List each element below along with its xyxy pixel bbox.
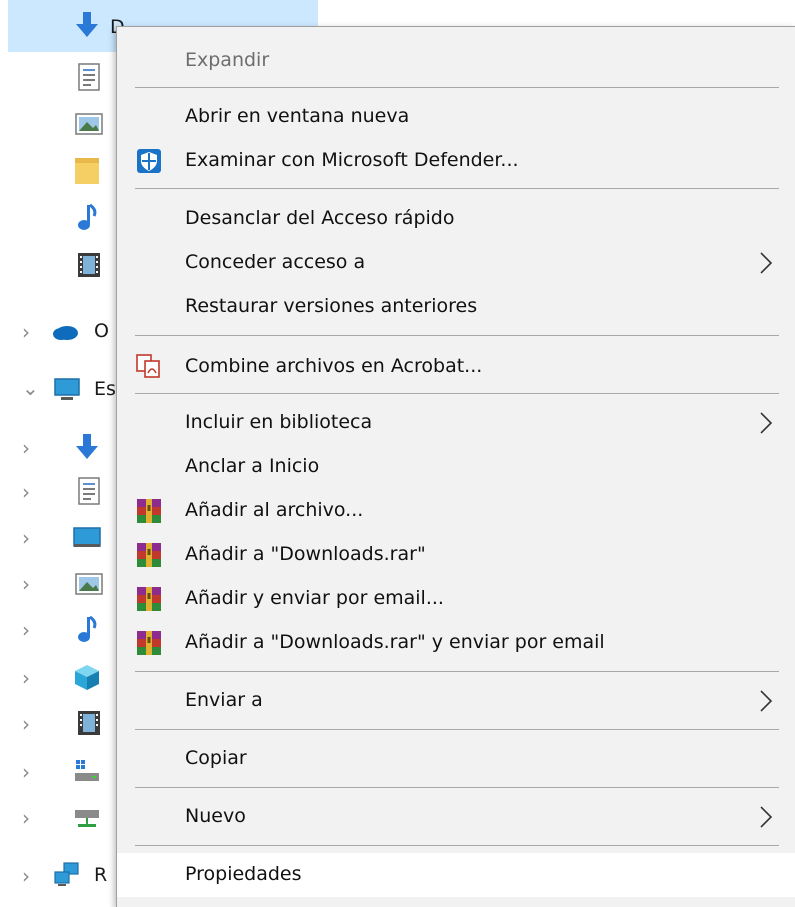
menu-item-anadir-enviar-email[interactable]: Añadir y enviar por email... (117, 577, 795, 621)
chevron-right-icon[interactable]: › (22, 712, 30, 736)
film-strip-icon (78, 711, 100, 735)
nav-item-label: R (94, 864, 108, 886)
menu-item-label: Combine archivos en Acrobat... (185, 355, 483, 377)
menu-item-propiedades[interactable]: Propiedades (117, 853, 795, 897)
menu-item-nuevo[interactable]: Nuevo (117, 795, 795, 839)
folder-icon (75, 158, 99, 184)
menu-item-conceder-acceso[interactable]: Conceder acceso a (117, 241, 795, 285)
context-menu: Expandir Abrir en ventana nueva Examinar… (116, 26, 795, 907)
winrar-icon (137, 499, 161, 523)
menu-item-label: Conceder acceso a (185, 251, 366, 273)
desktop-icon (73, 527, 101, 547)
chevron-right-icon[interactable]: › (22, 806, 30, 830)
menu-item-label: Abrir en ventana nueva (185, 105, 410, 127)
chevron-right-icon (760, 252, 773, 274)
document-icon (78, 477, 100, 505)
menu-item-copiar[interactable]: Copiar (117, 737, 795, 781)
winrar-icon (137, 543, 161, 567)
menu-separator (135, 845, 779, 846)
winrar-icon (137, 631, 161, 655)
computer-monitor-icon (54, 378, 80, 400)
menu-item-label: Expandir (185, 49, 270, 71)
film-strip-icon (78, 253, 100, 277)
chevron-right-icon[interactable]: › (22, 526, 30, 550)
defender-shield-icon (137, 149, 161, 173)
nav-item-label: O (94, 320, 109, 342)
network-drive-icon (75, 810, 99, 827)
menu-item-anadir-downloads-rar-email[interactable]: Añadir a "Downloads.rar" y enviar por em… (117, 621, 795, 665)
menu-item-desanclar-acceso-rapido[interactable]: Desanclar del Acceso rápido (117, 197, 795, 241)
menu-item-label: Anclar a Inicio (185, 455, 320, 477)
acrobat-combine-icon (136, 354, 160, 378)
menu-separator (135, 188, 779, 189)
menu-item-enviar-a[interactable]: Enviar a (117, 679, 795, 723)
music-note-icon (78, 203, 97, 230)
chevron-right-icon[interactable]: › (22, 320, 30, 344)
menu-item-label: Copiar (185, 747, 247, 769)
winrar-icon (137, 587, 161, 611)
menu-item-combine-acrobat[interactable]: Combine archivos en Acrobat... (117, 345, 795, 389)
chevron-right-icon (760, 806, 773, 828)
menu-item-examinar-defender[interactable]: Examinar con Microsoft Defender... (117, 139, 795, 183)
download-arrow-icon (76, 12, 98, 37)
network-icon (54, 862, 79, 886)
menu-item-expandir[interactable]: Expandir (117, 39, 795, 83)
onedrive-cloud-icon (53, 326, 78, 340)
picture-icon (75, 113, 103, 135)
menu-separator (135, 393, 779, 394)
chevron-right-icon (760, 690, 773, 712)
menu-item-label: Añadir al archivo... (185, 499, 364, 521)
menu-separator (135, 671, 779, 672)
windows-drive-icon (75, 760, 99, 781)
chevron-right-icon (760, 412, 773, 434)
chevron-right-icon[interactable]: › (22, 618, 30, 642)
menu-separator (135, 335, 779, 336)
menu-item-anadir-archivo[interactable]: Añadir al archivo... (117, 489, 795, 533)
chevron-right-icon[interactable]: › (22, 572, 30, 596)
menu-item-label: Nuevo (185, 805, 246, 827)
chevron-right-icon[interactable]: › (22, 436, 30, 460)
menu-item-anclar-inicio[interactable]: Anclar a Inicio (117, 445, 795, 489)
chevron-right-icon[interactable]: › (22, 666, 30, 690)
download-arrow-icon (76, 434, 98, 459)
menu-separator (135, 787, 779, 788)
picture-icon (75, 573, 103, 595)
menu-item-label: Examinar con Microsoft Defender... (185, 149, 519, 171)
music-note-icon (78, 615, 97, 642)
menu-item-label: Desanclar del Acceso rápido (185, 207, 455, 229)
menu-separator (135, 87, 779, 88)
chevron-down-icon[interactable]: ⌄ (22, 376, 39, 400)
menu-item-abrir-ventana-nueva[interactable]: Abrir en ventana nueva (117, 95, 795, 139)
document-icon (78, 63, 100, 91)
menu-item-label: Añadir y enviar por email... (185, 587, 444, 609)
menu-item-restaurar-versiones[interactable]: Restaurar versiones anteriores (117, 285, 795, 329)
menu-item-label: Enviar a (185, 689, 263, 711)
menu-item-label: Propiedades (185, 863, 302, 885)
menu-item-label: Restaurar versiones anteriores (185, 295, 478, 317)
menu-separator (135, 729, 779, 730)
menu-item-label: Incluir en biblioteca (185, 411, 373, 433)
menu-item-label: Añadir a "Downloads.rar" y enviar por em… (185, 631, 605, 653)
chevron-right-icon[interactable]: › (22, 864, 30, 888)
3d-cube-icon (75, 665, 99, 690)
menu-item-anadir-downloads-rar[interactable]: Añadir a "Downloads.rar" (117, 533, 795, 577)
nav-item-label: Es (94, 378, 116, 400)
chevron-right-icon[interactable]: › (22, 480, 30, 504)
chevron-right-icon[interactable]: › (22, 760, 30, 784)
menu-item-label: Añadir a "Downloads.rar" (185, 543, 426, 565)
menu-item-incluir-biblioteca[interactable]: Incluir en biblioteca (117, 401, 795, 445)
